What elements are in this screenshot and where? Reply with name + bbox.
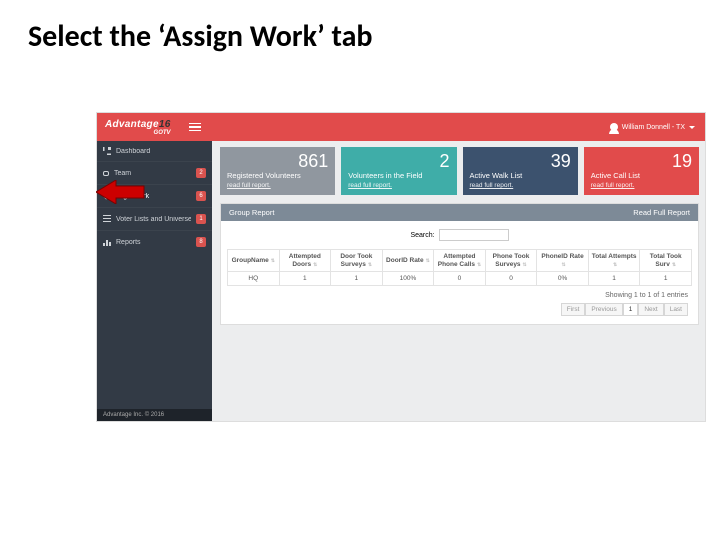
logo-text: Advantage [105,119,159,130]
sidebar: Dashboard Team 2 Assign Work 6 Voter Lis… [97,141,212,409]
card-volunteers-field[interactable]: 2 Volunteers in the Field read full repo… [341,147,456,195]
pager: First Previous 1 Next Last [227,303,692,320]
pager-prev[interactable]: Previous [585,303,622,316]
search-label: Search: [410,232,434,239]
user-icon [610,123,618,131]
col-phone-surveys[interactable]: Phone Took Surveys⇅ [485,250,537,272]
card-title: Registered Volunteers [227,172,328,180]
topbar: Advantage16 GOTV William Donnell - TX [97,113,705,141]
sidebar-item-dashboard[interactable]: Dashboard [97,141,212,161]
table-header-row: GroupName⇅ Attempted Doors⇅ Door Took Su… [228,250,692,272]
col-doorid-rate[interactable]: DoorID Rate⇅ [382,250,434,272]
list-icon [103,215,111,223]
app-logo: Advantage16 GOTV [97,113,179,141]
user-menu[interactable]: William Donnell - TX [610,123,705,131]
card-value: 39 [470,152,571,170]
stat-cards: 861 Registered Volunteers read full repo… [220,147,699,195]
col-attempted-doors[interactable]: Attempted Doors⇅ [279,250,331,272]
cell: 1 [279,272,331,286]
sidebar-item-label: Team [114,170,191,177]
table-row[interactable]: HQ 1 1 100% 0 0 0% 1 1 [228,272,692,286]
card-link[interactable]: read full report. [227,182,328,189]
cell: 0 [434,272,486,286]
cell: HQ [228,272,280,286]
badge: 2 [196,168,206,178]
app-window: Advantage16 GOTV William Donnell - TX Da… [96,112,706,422]
badge: 8 [196,237,206,247]
sidebar-item-label: Voter Lists and Universes [116,216,191,223]
sidebar-item-label: Reports [116,239,191,246]
bar-chart-icon [103,238,111,246]
cell: 1 [588,272,640,286]
cell: 0 [485,272,537,286]
pager-last[interactable]: Last [664,303,688,316]
pager-next[interactable]: Next [638,303,663,316]
col-total-surv[interactable]: Total Took Surv⇅ [640,250,692,272]
logo-subtext: GOTV [105,130,171,136]
group-report-table: GroupName⇅ Attempted Doors⇅ Door Took Su… [227,249,692,286]
card-value: 19 [591,152,692,170]
sidebar-item-reports[interactable]: Reports 8 [97,230,212,253]
sidebar-item-voter-lists[interactable]: Voter Lists and Universes 1 [97,207,212,230]
card-title: Active Walk List [470,172,571,180]
entries-info: Showing 1 to 1 of 1 entries [227,286,692,303]
read-full-report-link[interactable]: Read Full Report [633,208,690,217]
cell: 0% [537,272,589,286]
card-title: Active Call List [591,172,692,180]
cell: 1 [640,272,692,286]
pencil-icon [100,192,107,199]
panel-title: Group Report [229,208,274,217]
search-input[interactable] [439,229,509,241]
card-active-walk[interactable]: 39 Active Walk List read full report. [463,147,578,195]
sidebar-item-label: Assign Work [110,193,191,200]
panel-header: Group Report Read Full Report [221,204,698,221]
card-value: 861 [227,152,328,170]
card-title: Volunteers in the Field [348,172,449,180]
slide-title: Select the ‘Assign Work’ tab [0,0,720,55]
pager-first[interactable]: First [561,303,586,316]
card-registered-volunteers[interactable]: 861 Registered Volunteers read full repo… [220,147,335,195]
card-link[interactable]: read full report. [470,182,571,189]
badge: 6 [196,191,206,201]
sidebar-item-assign-work[interactable]: Assign Work 6 [97,184,212,207]
col-attempted-calls[interactable]: Attempted Phone Calls⇅ [434,250,486,272]
col-phoneid-rate[interactable]: PhoneID Rate⇅ [537,250,589,272]
card-active-call[interactable]: 19 Active Call List read full report. [584,147,699,195]
dashboard-icon [103,147,111,155]
menu-toggle-icon[interactable] [189,123,201,132]
sidebar-item-team[interactable]: Team 2 [97,161,212,184]
chevron-down-icon [689,126,695,129]
team-icon [103,171,109,176]
main-content: 861 Registered Volunteers read full repo… [212,141,705,409]
badge: 1 [196,214,206,224]
card-link[interactable]: read full report. [348,182,449,189]
col-door-surveys[interactable]: Door Took Surveys⇅ [331,250,383,272]
user-label: William Donnell - TX [622,124,685,131]
logo-year: 16 [159,119,171,130]
cell: 1 [331,272,383,286]
sidebar-item-label: Dashboard [116,148,206,155]
card-link[interactable]: read full report. [591,182,692,189]
col-groupname[interactable]: GroupName⇅ [228,250,280,272]
pager-page-1[interactable]: 1 [623,303,639,316]
card-value: 2 [348,152,449,170]
group-report-panel: Group Report Read Full Report Search: Gr… [220,203,699,325]
col-total-attempts[interactable]: Total Attempts⇅ [588,250,640,272]
app-footer: Advantage Inc. © 2016 [97,409,212,421]
cell: 100% [382,272,434,286]
